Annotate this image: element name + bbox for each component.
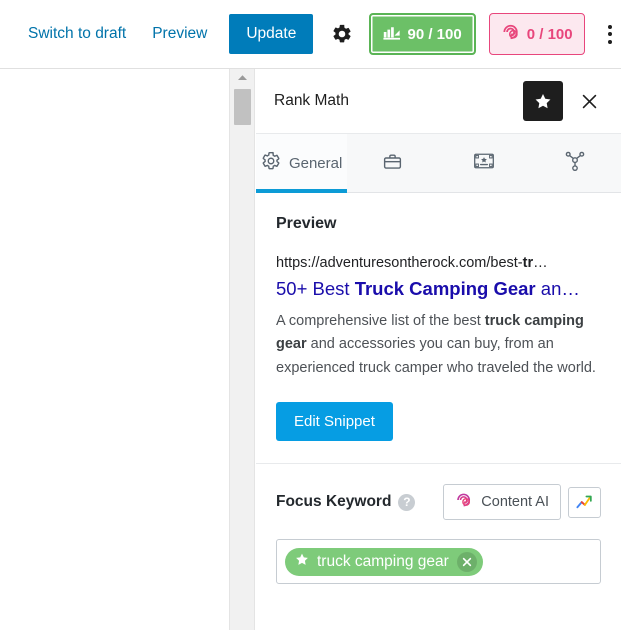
more-options-icon[interactable] xyxy=(599,16,621,52)
remove-tag-icon[interactable] xyxy=(456,551,477,572)
snippet-title-ellipsis: … xyxy=(561,278,580,300)
panel-header: Rank Math xyxy=(256,69,621,133)
snippet-preview-section: Preview https://adventuresontherock.com/… xyxy=(256,193,621,463)
content-ai-icon xyxy=(501,22,521,46)
preview-heading: Preview xyxy=(276,215,337,232)
seo-score-value: 90 / 100 xyxy=(407,25,462,43)
focus-keyword-section: Focus Keyword ? Content AI truck camping… xyxy=(256,463,621,585)
keyword-action-buttons: Content AI xyxy=(443,484,601,521)
focus-keyword-label: Focus Keyword xyxy=(276,493,392,511)
snippet-title-part1: 50+ Best xyxy=(276,278,355,300)
content-ai-score-value: 0 / 100 xyxy=(526,25,573,43)
tab-link-suggestions[interactable] xyxy=(530,134,621,192)
content-ai-icon xyxy=(455,491,473,513)
seo-score-icon xyxy=(382,24,402,44)
tab-social[interactable] xyxy=(347,134,438,192)
editor-top-bar: Switch to draft Preview Update 90 / 100 xyxy=(0,0,621,69)
edit-snippet-button[interactable]: Edit Snippet xyxy=(276,402,393,442)
keyword-tag[interactable]: truck camping gear xyxy=(285,547,483,576)
panel-tab-bar: General xyxy=(256,133,621,193)
seo-score-badge[interactable]: 90 / 100 xyxy=(368,13,476,55)
snippet-url-plain: https://adventuresontherock.com/best- xyxy=(276,255,523,271)
gear-icon xyxy=(261,151,281,175)
snippet-title-bold: Truck Camping Gear xyxy=(354,278,536,300)
tab-schema[interactable] xyxy=(439,134,530,192)
snippet-url-ellipsis: … xyxy=(533,255,548,271)
help-icon[interactable]: ? xyxy=(398,493,416,511)
content-ai-score-badge[interactable]: 0 / 100 xyxy=(488,13,585,55)
preview-button[interactable]: Preview xyxy=(142,19,217,49)
rank-math-panel: Rank Math General Preview https://advent… xyxy=(256,69,621,630)
editor-content-canvas[interactable] xyxy=(0,69,229,630)
snippet-description: A comprehensive list of the best truck c… xyxy=(276,310,601,380)
focus-keyword-input[interactable]: truck camping gear xyxy=(276,539,601,585)
scrollbar-thumb[interactable] xyxy=(234,89,251,125)
content-ai-button[interactable]: Content AI xyxy=(443,484,561,521)
close-icon[interactable] xyxy=(573,85,605,117)
panel-title: Rank Math xyxy=(274,92,349,109)
snippet-description-part2: and accessories you can buy, from an exp… xyxy=(276,336,596,376)
content-ai-button-label: Content AI xyxy=(481,494,549,511)
snippet-description-part1: A comprehensive list of the best xyxy=(276,312,485,329)
briefcase-icon xyxy=(382,151,403,176)
switch-to-draft-button[interactable]: Switch to draft xyxy=(18,19,136,49)
update-button[interactable]: Update xyxy=(229,14,314,54)
kebab-dot-3 xyxy=(607,39,612,44)
scroll-up-arrow-icon[interactable] xyxy=(230,69,254,86)
tab-general-label: General xyxy=(288,154,343,172)
schema-card-icon xyxy=(473,151,495,175)
kebab-dot-2 xyxy=(607,32,612,36)
active-tab-indicator xyxy=(256,189,348,193)
snippet-title-part2: an xyxy=(535,278,562,300)
snippet-url: https://adventuresontherock.com/best-tr… xyxy=(276,253,601,274)
kebab-dot-1 xyxy=(607,24,612,29)
star-icon xyxy=(294,552,310,572)
snippet-title[interactable]: 50+ Best Truck Camping Gear an… xyxy=(276,277,601,302)
trends-arrow-icon[interactable] xyxy=(568,486,601,518)
keyword-tag-label: truck camping gear xyxy=(317,552,449,570)
editor-scrollbar[interactable] xyxy=(229,69,255,630)
snippet-url-bold: tr xyxy=(522,255,534,271)
gear-icon[interactable] xyxy=(329,20,355,48)
tab-general[interactable]: General xyxy=(256,134,348,193)
social-share-icon xyxy=(564,150,586,176)
panel-content: Preview https://adventuresontherock.com/… xyxy=(256,193,621,630)
star-icon[interactable] xyxy=(523,81,563,121)
focus-keyword-header-row: Focus Keyword ? Content AI xyxy=(276,484,601,521)
